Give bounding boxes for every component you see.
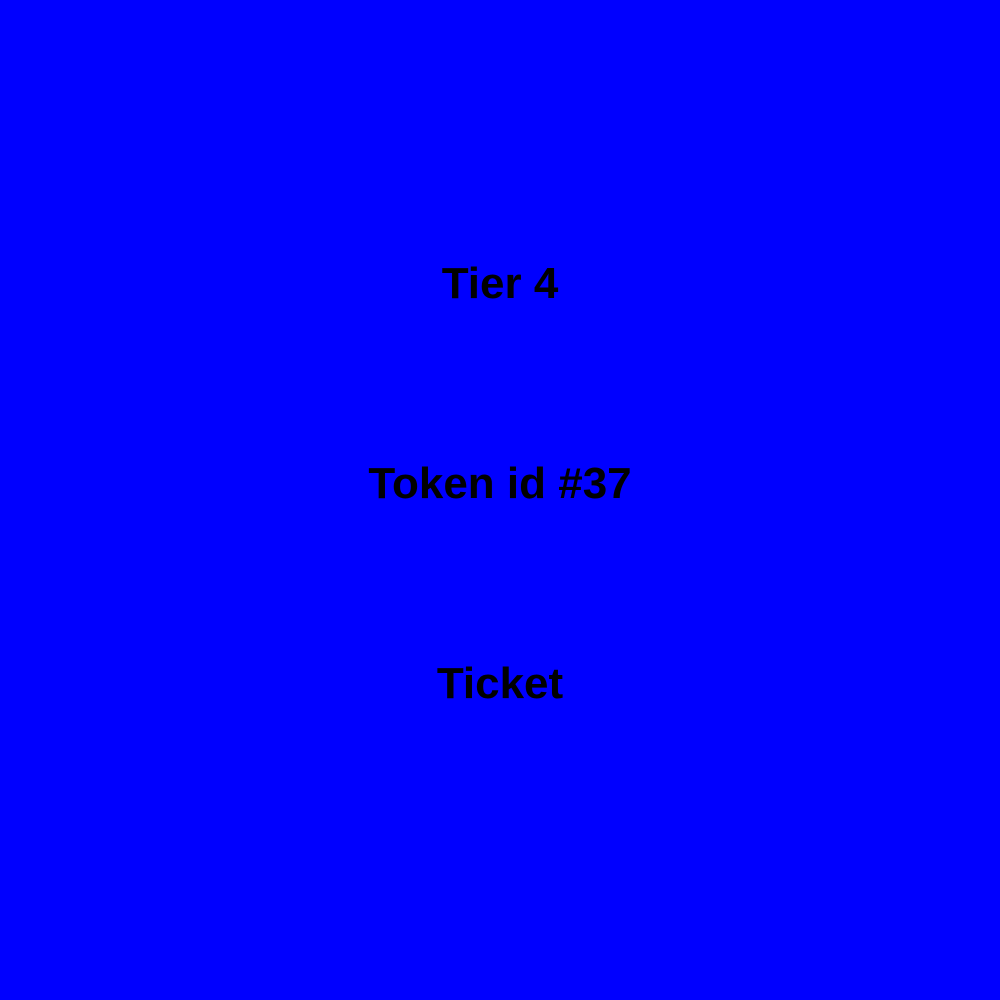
token-card: Tier 4 Token id #37 Ticket <box>0 0 1000 1000</box>
token-id-label: Token id #37 <box>368 459 632 508</box>
ticket-type-label: Ticket <box>436 659 564 708</box>
tier-label: Tier 4 <box>441 259 559 308</box>
